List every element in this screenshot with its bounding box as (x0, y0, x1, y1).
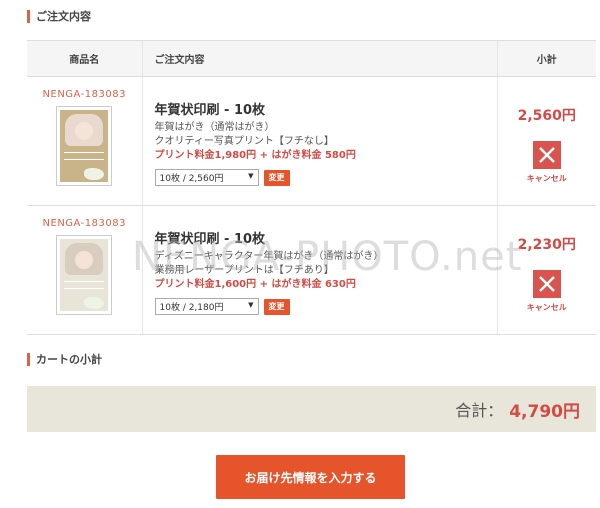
chevron-down-icon: ▼ (248, 172, 254, 180)
change-button[interactable]: 変更 (263, 169, 290, 186)
total-label: 合計： (455, 401, 504, 420)
header-subtotal: 小計 (497, 40, 596, 77)
item-title: 年賀状印刷 - 10枚 (154, 232, 266, 247)
product-code: NENGA-183083 (42, 89, 126, 100)
product-cell: NENGA-183083 (27, 205, 143, 335)
chevron-down-icon: ▼ (248, 301, 254, 309)
subtotal-cell: 2,230円 キャンセル (497, 205, 597, 335)
header-order-detail: ご注文内容 (142, 40, 498, 77)
detail-cell: 年賀状印刷 - 10枚 ディズニーキャラクター年賀はがき（通常はがき） 業務用レ… (142, 205, 498, 335)
cancel-label[interactable]: キャンセル (498, 302, 597, 313)
close-icon (538, 276, 555, 292)
table-row: NENGA-183083 年賀状印刷 - 10枚 ディズニーキャラクター年賀はが… (27, 205, 597, 335)
order-section-title: ご注文内容 (27, 10, 91, 23)
product-thumbnail[interactable] (56, 235, 113, 315)
item-price-breakdown: プリント料金1,980円 + はがき料金 580円 (154, 150, 356, 161)
item-print-type: 業務用レーザープリントは【フチあり】 (154, 265, 334, 276)
subtotal-cell: 2,560円 キャンセル (497, 76, 597, 206)
product-cell: NENGA-183083 (27, 76, 143, 206)
table-row: NENGA-183083 年賀状印刷 - 10枚 年賀はがき（通常はがき） クオ… (27, 76, 597, 206)
item-title: 年賀状印刷 - 10枚 (154, 103, 266, 118)
quantity-select-value: 10枚 / 2,180円 (159, 303, 224, 313)
cancel-button[interactable] (532, 141, 561, 169)
subtotal-section-title: カートの小計 (27, 353, 102, 366)
item-card-type: 年賀はがき（通常はがき） (154, 122, 275, 133)
cancel-label[interactable]: キャンセル (498, 173, 597, 184)
quantity-select-value: 10枚 / 2,560円 (159, 174, 224, 184)
change-button[interactable]: 変更 (263, 298, 290, 315)
total-value: 4,790円 (509, 401, 580, 422)
product-code: NENGA-183083 (42, 218, 126, 229)
close-icon (538, 147, 555, 163)
item-print-type: クオリティー写真プリント【フチなし】 (154, 136, 334, 147)
enter-delivery-info-button[interactable]: お届け先情報を入力する (216, 455, 405, 499)
quantity-select[interactable]: 10枚 / 2,180円 ▼ (154, 298, 259, 315)
quantity-select[interactable]: 10枚 / 2,560円 ▼ (154, 169, 259, 186)
total-bar: 合計： 4,790円 (27, 386, 596, 432)
table-header-row: 商品名 ご注文内容 小計 (27, 40, 596, 77)
item-subtotal: 2,230円 (517, 237, 576, 253)
item-card-type: ディズニーキャラクター年賀はがき（通常はがき） (154, 251, 384, 262)
order-table: 商品名 ご注文内容 小計 NENGA-183083 年賀状印刷 - 10枚 年賀… (27, 40, 596, 335)
detail-cell: 年賀状印刷 - 10枚 年賀はがき（通常はがき） クオリティー写真プリント【フチ… (142, 76, 498, 206)
cancel-button[interactable] (532, 270, 561, 298)
product-thumbnail[interactable] (56, 106, 113, 186)
item-subtotal: 2,560円 (517, 108, 576, 124)
item-price-breakdown: プリント料金1,600円 + はがき料金 630円 (154, 279, 356, 290)
header-product-name: 商品名 (27, 40, 143, 77)
